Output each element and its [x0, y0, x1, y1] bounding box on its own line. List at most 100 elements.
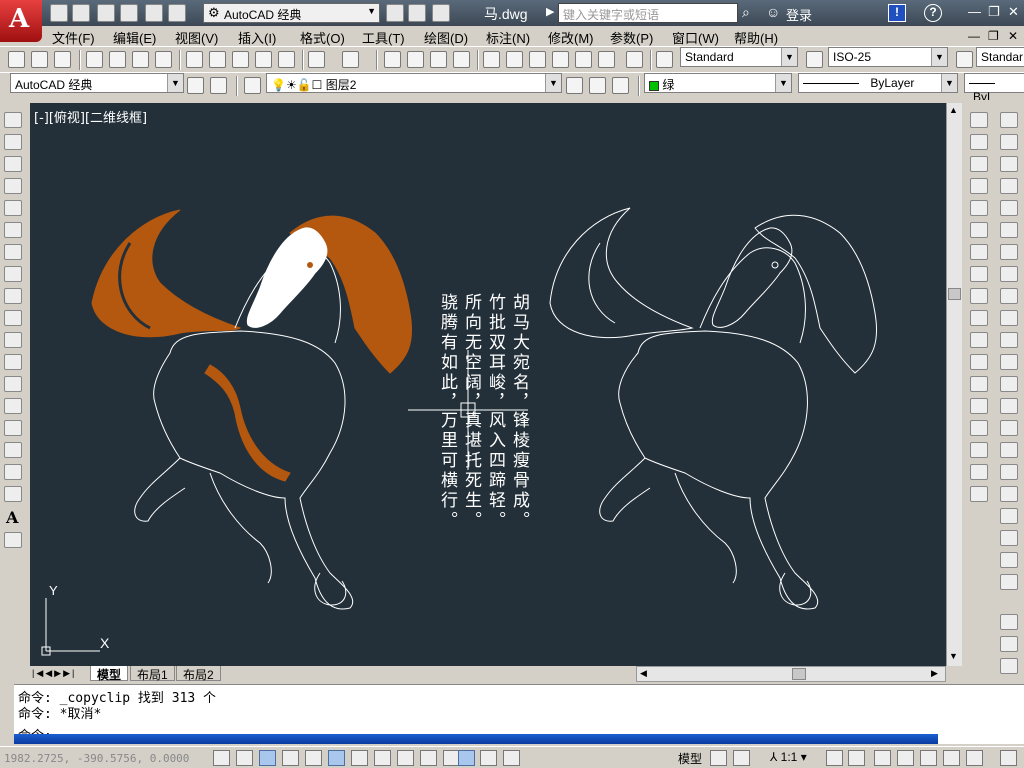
workspace-switch-icon[interactable] — [874, 750, 891, 766]
revision-cloud-icon[interactable] — [4, 266, 22, 282]
trim-icon[interactable] — [970, 310, 988, 326]
arc-length-icon[interactable] — [1000, 156, 1018, 172]
publish-icon[interactable] — [132, 51, 149, 68]
scroll-up-icon[interactable]: ▲ — [949, 105, 958, 115]
menu-help[interactable]: 帮助(H) — [734, 28, 778, 47]
construction-line-icon[interactable] — [4, 134, 22, 150]
join-icon[interactable] — [970, 398, 988, 414]
menu-insert[interactable]: 插入(I) — [238, 28, 276, 47]
rotate-icon[interactable] — [970, 244, 988, 260]
line-icon[interactable] — [4, 112, 22, 128]
model-space-canvas[interactable]: [-][俯视][二维线框] 胡马大宛名， 锋棱瘦骨成。 竹批双耳峻， 风入四蹄轻… — [30, 103, 946, 666]
table-icon[interactable] — [4, 486, 22, 502]
tab-layout2[interactable]: 布局2 — [176, 666, 221, 682]
layer-properties-icon[interactable] — [244, 77, 261, 94]
minimize-icon[interactable]: — — [968, 4, 981, 19]
dim-style-toolbar-icon[interactable] — [1000, 552, 1018, 568]
polygon-icon[interactable] — [4, 178, 22, 194]
scroll-down-icon[interactable]: ▼ — [949, 651, 958, 661]
dim-update-icon[interactable] — [1000, 530, 1018, 546]
jogged-linear-icon[interactable] — [1000, 464, 1018, 480]
quick-properties-icon[interactable] — [480, 750, 497, 766]
mirror-icon[interactable] — [970, 156, 988, 172]
blend-icon[interactable] — [970, 464, 988, 480]
erase-icon[interactable] — [970, 112, 988, 128]
plot-preview-icon[interactable] — [109, 51, 126, 68]
menu-draw[interactable]: 绘图(D) — [424, 28, 468, 47]
quick-view-drawings-icon[interactable] — [733, 750, 750, 766]
make-current-layer-icon[interactable] — [566, 77, 583, 94]
hscroll-thumb[interactable] — [792, 668, 806, 680]
linear-dim-icon[interactable] — [1000, 112, 1018, 128]
tab-nav-icons[interactable]: |◀◀▶▶| — [32, 668, 76, 679]
user-icon[interactable]: ☺ — [766, 4, 780, 20]
rectangle-icon[interactable] — [4, 200, 22, 216]
insert-block-icon[interactable] — [4, 354, 22, 370]
open-icon[interactable] — [72, 4, 90, 22]
dim-style-select[interactable]: ISO-25 ▼ — [828, 47, 948, 67]
undo-icon[interactable] — [168, 4, 186, 22]
otrack-icon[interactable] — [374, 750, 391, 766]
save-file-icon[interactable] — [54, 51, 71, 68]
move-icon[interactable] — [970, 222, 988, 238]
gradient-icon[interactable] — [4, 442, 22, 458]
match-properties-icon[interactable] — [255, 51, 272, 68]
workspace-settings-icon[interactable] — [187, 77, 204, 94]
dim-space-icon[interactable] — [1000, 354, 1018, 370]
auto-scale-icon[interactable] — [848, 750, 865, 766]
scroll-left-icon[interactable]: ◀ — [640, 668, 647, 679]
jogged-icon[interactable] — [1000, 222, 1018, 238]
isolate-objects-icon[interactable] — [943, 750, 960, 766]
stretch-icon[interactable] — [970, 288, 988, 304]
offset-icon[interactable] — [970, 178, 988, 194]
radius-dim-icon[interactable] — [1000, 200, 1018, 216]
redo-toolbar-icon[interactable] — [342, 51, 359, 68]
transparency-icon[interactable] — [458, 750, 475, 766]
3d-dwf-icon[interactable] — [155, 51, 172, 68]
model-space-toggle[interactable]: 模型 — [678, 750, 702, 767]
dynamic-input-icon[interactable] — [420, 750, 437, 766]
ducs-icon[interactable] — [397, 750, 414, 766]
doc-restore-icon[interactable]: ❐ — [988, 29, 999, 43]
menu-dimension[interactable]: 标注(N) — [486, 28, 530, 47]
sheet-set-icon[interactable] — [552, 51, 569, 68]
lineweight-select[interactable]: ByL — [964, 73, 1024, 104]
quick-view-layouts-icon[interactable] — [710, 750, 727, 766]
color-select[interactable]: 绿 ▼ — [644, 73, 792, 93]
layer-walk-icon[interactable] — [1000, 614, 1018, 630]
arc-icon[interactable] — [4, 222, 22, 238]
quick-dim-icon[interactable] — [1000, 288, 1018, 304]
scroll-thumb[interactable] — [948, 288, 961, 300]
zoom-previous-icon[interactable] — [453, 51, 470, 68]
design-center-icon[interactable] — [506, 51, 523, 68]
copy-icon[interactable] — [209, 51, 226, 68]
properties-icon[interactable] — [386, 4, 404, 22]
zoom-window-icon[interactable] — [430, 51, 447, 68]
menu-file[interactable]: 文件(F) — [52, 28, 95, 47]
status-menu-icon[interactable] — [966, 750, 983, 766]
infer-constraints-icon[interactable] — [213, 750, 230, 766]
menu-parametric[interactable]: 参数(P) — [610, 28, 653, 47]
multiline-text-icon[interactable]: A — [6, 508, 18, 527]
layer-unisolate-icon[interactable] — [1000, 658, 1018, 674]
point-icon[interactable] — [4, 398, 22, 414]
polar-tracking-icon[interactable] — [305, 750, 322, 766]
chamfer-icon[interactable] — [970, 420, 988, 436]
layer-select[interactable]: 💡☀🔓☐ 图层2 ▼ — [266, 73, 562, 93]
dim-style-icon[interactable] — [806, 51, 823, 68]
array-icon[interactable] — [970, 200, 988, 216]
annotation-scale[interactable]: ⅄ 1:1 ▾ — [770, 750, 807, 764]
object-snap-icon[interactable] — [328, 750, 345, 766]
markup-icon[interactable] — [575, 51, 592, 68]
dim-edit-icon[interactable] — [1000, 486, 1018, 502]
lock-icon[interactable] — [897, 750, 914, 766]
continue-icon[interactable] — [1000, 332, 1018, 348]
spline-icon[interactable] — [4, 288, 22, 304]
workspace-save-icon[interactable] — [210, 77, 227, 94]
ellipse-icon[interactable] — [4, 310, 22, 326]
make-block-icon[interactable] — [4, 376, 22, 392]
extend-icon[interactable] — [970, 332, 988, 348]
quickcalc-icon[interactable] — [598, 51, 615, 68]
inspection-icon[interactable] — [1000, 442, 1018, 458]
scale-icon[interactable] — [970, 266, 988, 282]
